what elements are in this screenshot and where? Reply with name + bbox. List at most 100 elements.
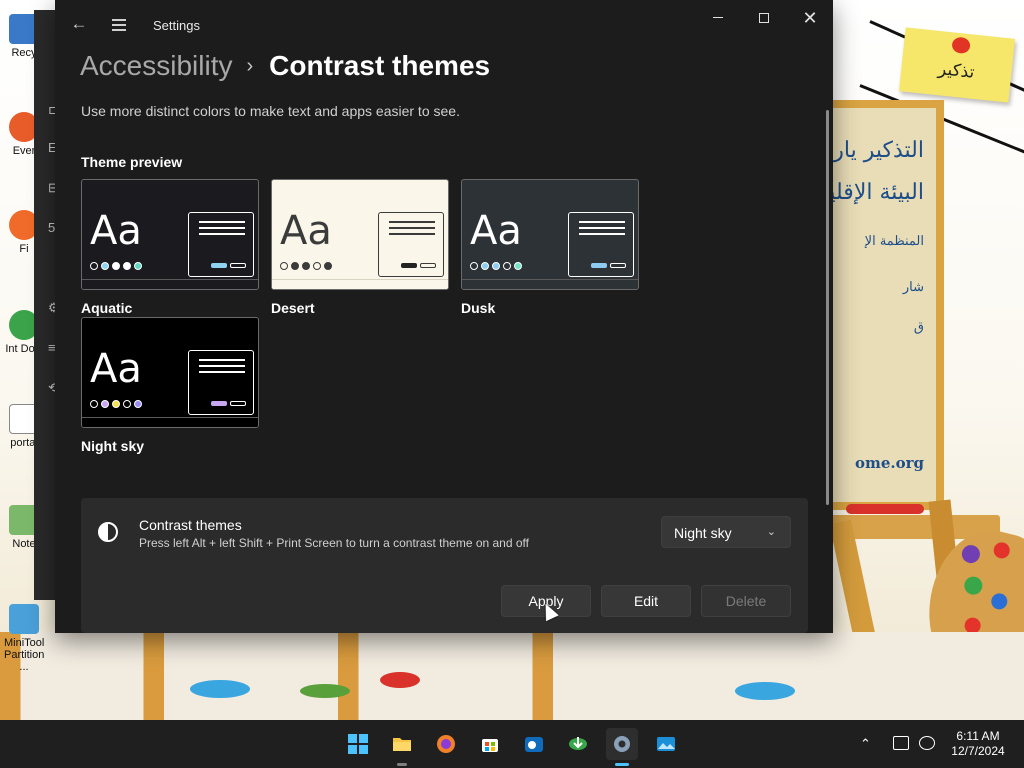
delete-button[interactable]: Delete	[701, 585, 791, 617]
color-dot	[101, 262, 109, 270]
title-bar: ← Settings ✕	[55, 0, 833, 48]
theme-window-preview	[378, 212, 444, 277]
color-dot	[481, 262, 489, 270]
start-button[interactable]	[342, 728, 374, 760]
pin-icon	[951, 36, 971, 55]
board-text: شار	[902, 280, 924, 295]
board-text: المنظمة الإ	[864, 234, 924, 249]
windows-logo-icon	[348, 734, 368, 754]
sticky-note-text: تذكير	[937, 59, 976, 83]
contrast-icon	[98, 522, 118, 542]
color-dot	[112, 262, 120, 270]
theme-preview-card[interactable]: Aa Aquatic	[81, 179, 259, 316]
chevron-right-icon: ›	[246, 54, 254, 77]
taskbar-download-manager[interactable]	[562, 728, 594, 760]
outlook-icon	[525, 737, 543, 752]
theme-color-dots	[90, 262, 142, 270]
window-title: Settings	[153, 18, 200, 33]
volume-muted-icon[interactable]	[919, 736, 935, 750]
page-description: Use more distinct colors to make text an…	[81, 103, 460, 119]
theme-preview-card[interactable]: Aa Night sky	[81, 317, 259, 454]
theme-preview-thumbnail[interactable]: Aa	[461, 179, 639, 290]
taskbar-outlook[interactable]	[518, 728, 550, 760]
theme-window-preview	[188, 212, 254, 277]
firefox-icon	[437, 735, 455, 753]
taskbar-settings[interactable]	[606, 728, 638, 766]
theme-color-dots	[90, 400, 142, 408]
color-dot	[123, 262, 131, 270]
color-dot	[123, 400, 131, 408]
taskbar-firefox[interactable]	[430, 728, 462, 760]
color-dot	[90, 400, 98, 408]
board-text: ق	[913, 320, 924, 335]
setting-description: Press left Alt + left Shift + Print Scre…	[139, 536, 529, 550]
color-dot	[101, 400, 109, 408]
theme-color-dots	[470, 262, 522, 270]
color-dot	[134, 262, 142, 270]
breadcrumb-parent-link[interactable]: Accessibility	[80, 50, 232, 82]
taskbar-clock[interactable]: 6:11 AM 12/7/2024	[944, 729, 1012, 759]
theme-sample-text: Aa	[90, 208, 142, 254]
breadcrumb: Accessibility › Contrast themes	[80, 48, 490, 84]
theme-sample-text: Aa	[280, 208, 332, 254]
theme-preview-card[interactable]: Aa Dusk	[461, 179, 639, 316]
clock-date: 12/7/2024	[951, 744, 1005, 758]
theme-preview-thumbnail[interactable]: Aa	[271, 179, 449, 290]
theme-preview-thumbnail[interactable]: Aa	[81, 317, 259, 428]
clock-time: 6:11 AM	[956, 729, 1000, 743]
sticky-note: تذكير	[898, 27, 1016, 103]
theme-window-preview	[568, 212, 634, 277]
color-dot	[302, 262, 310, 270]
section-title-theme-preview: Theme preview	[81, 154, 183, 170]
desktop-icon-label: MiniTool Partition ...	[4, 637, 45, 673]
theme-name: Night sky	[81, 438, 145, 454]
folder-icon	[393, 738, 411, 751]
color-dot	[280, 262, 288, 270]
gear-icon	[614, 736, 630, 752]
close-button[interactable]: ✕	[787, 6, 833, 30]
desktop-icon-minitool[interactable]: MiniTool Partition ...	[4, 604, 44, 673]
maximize-button[interactable]	[741, 6, 787, 30]
pencil-decoration	[846, 504, 924, 514]
color-dot	[313, 262, 321, 270]
photos-icon	[657, 737, 675, 751]
minimize-icon	[713, 17, 723, 18]
page-title: Contrast themes	[269, 50, 491, 81]
edit-button[interactable]: Edit	[601, 585, 691, 617]
easel-board: التذكير يارب البيئة الإقليم المنظمة الإ …	[813, 100, 944, 510]
color-dot	[291, 262, 299, 270]
contrast-theme-dropdown[interactable]: Night sky ⌄	[661, 516, 791, 548]
color-dot	[492, 262, 500, 270]
color-dot	[90, 262, 98, 270]
color-dot	[324, 262, 332, 270]
setting-title: Contrast themes	[139, 517, 242, 533]
theme-sample-text: Aa	[90, 346, 142, 392]
theme-name: Aquatic	[81, 300, 133, 316]
maximize-icon	[759, 13, 769, 23]
taskbar-photos[interactable]	[650, 728, 682, 760]
taskbar-microsoft-store[interactable]	[474, 728, 506, 760]
download-manager-icon	[569, 737, 587, 750]
theme-color-dots	[280, 262, 332, 270]
show-hidden-icons-chevron-up-icon[interactable]: ⌃	[860, 736, 871, 752]
color-dot	[503, 262, 511, 270]
minitool-icon	[9, 604, 39, 634]
dropdown-selected-value: Night sky	[674, 525, 732, 541]
theme-preview-thumbnail[interactable]: Aa	[81, 179, 259, 290]
color-dot	[470, 262, 478, 270]
store-icon	[482, 739, 498, 752]
contrast-theme-setting-card: Contrast themes Press left Alt + left Sh…	[81, 498, 808, 633]
hamburger-menu-icon[interactable]	[107, 12, 131, 36]
theme-preview-card[interactable]: Aa Desert	[271, 179, 449, 316]
color-dot	[112, 400, 120, 408]
theme-window-preview	[188, 350, 254, 415]
taskbar-file-explorer[interactable]	[386, 728, 418, 766]
back-arrow-icon[interactable]: ←	[67, 12, 91, 36]
theme-name: Desert	[271, 300, 315, 316]
minimize-button[interactable]	[695, 6, 741, 30]
theme-name: Dusk	[461, 300, 496, 316]
color-dot	[134, 400, 142, 408]
network-icon[interactable]	[893, 736, 909, 750]
settings-window: ← Settings ✕ Accessibility › Contrast th…	[55, 0, 833, 633]
vertical-scrollbar[interactable]	[826, 110, 829, 505]
